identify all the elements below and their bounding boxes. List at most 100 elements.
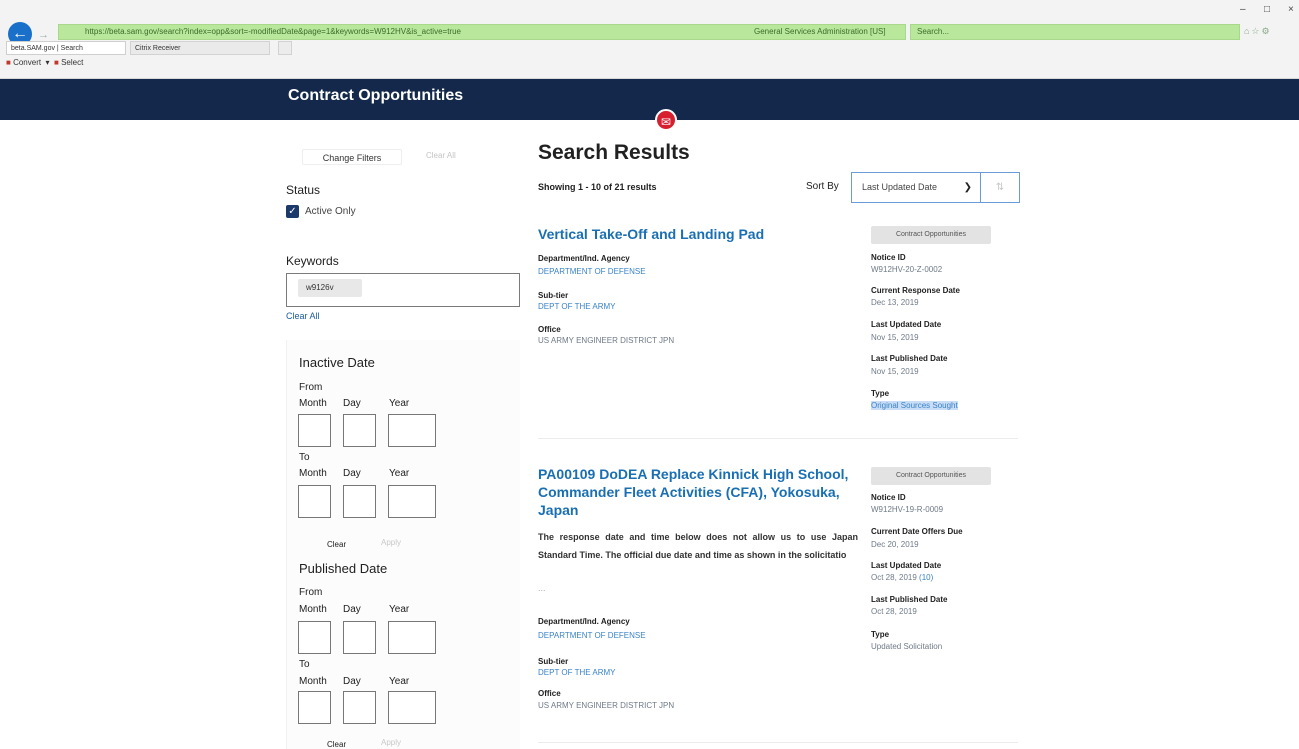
status-label: Status [286,183,321,197]
offers-due-value: Dec 20, 2019 [871,540,919,549]
tab-active-label: beta.SAM.gov | Search [11,45,83,52]
response-date-label: Current Response Date [871,286,960,295]
browser-chrome: ← → https://beta.sam.gov/search?index=op… [0,0,1299,79]
published-to-month-label: Month [299,676,327,687]
browser-search-input[interactable]: Search... [910,24,1240,40]
keywords-clear-link[interactable]: Clear All [286,311,320,321]
chevron-down-icon: ❯ [963,182,972,193]
address-bar[interactable]: https://beta.sam.gov/search?index=opp&so… [58,24,906,40]
home-star-gear-icons[interactable]: ⌂☆⚙ [1244,26,1272,37]
inactive-from-day-input[interactable] [343,414,376,447]
sort-direction-button[interactable]: ⇅ [980,172,1020,203]
published-from-year-label: Year [389,604,410,615]
inactive-to-day-input[interactable] [343,485,376,518]
subtier-link[interactable]: DEPT OF THE ARMY [538,668,616,677]
close-icon[interactable]: × [1288,4,1294,15]
inactive-date-title: Inactive Date [299,355,375,370]
dept-link[interactable]: DEPARTMENT OF DEFENSE [538,267,646,276]
tab-second[interactable]: Citrix Receiver [130,41,270,55]
favorites-bar: ■ Convert ▾ ■ Select [6,58,84,67]
type-label: Type [871,389,890,398]
type-label: Type [871,630,890,639]
inactive-from-label: From [299,382,323,393]
result-title[interactable]: PA00109 DoDEA Replace Kinnick High Schoo… [538,465,858,519]
minimize-icon[interactable]: – [1240,4,1246,15]
site-header [0,79,1299,120]
result-title[interactable]: Vertical Take-Off and Landing Pad [538,225,858,243]
inactive-to-year-label: Year [389,468,410,479]
browser-search-placeholder: Search... [917,27,950,36]
office-label: Office [538,689,561,698]
subtier-link[interactable]: DEPT OF THE ARMY [538,302,616,311]
inactive-from-month-label: Month [299,398,327,409]
inactive-from-year-label: Year [389,398,410,409]
updated-count-link[interactable]: (10) [919,573,933,582]
subtier-label: Sub-tier [538,657,569,666]
address-url: https://beta.sam.gov/search?index=opp&so… [85,27,461,36]
published-to-label: To [299,659,310,670]
results-count: Showing 1 - 10 of 21 results [538,182,657,192]
published-apply-button[interactable]: Apply [381,738,401,747]
forward-arrow-icon[interactable]: → [38,29,50,41]
clear-all-button[interactable]: Clear All [426,151,456,160]
site-identity: General Services Administration [US] [754,27,886,36]
inactive-apply-button[interactable]: Apply [381,538,401,547]
updated-date-label: Last Updated Date [871,320,942,329]
published-from-month-input[interactable] [298,621,331,654]
notice-id-value: W912HV-19-R-0009 [871,505,944,514]
inactive-to-month-input[interactable] [298,485,331,518]
published-to-year-input[interactable] [388,691,436,724]
result-divider [538,742,1018,743]
maximize-icon[interactable]: □ [1264,4,1270,15]
inactive-from-year-input[interactable] [388,414,436,447]
dept-label: Department/Ind. Agency [538,254,630,263]
sort-by-select[interactable]: Last Updated Date ❯ [851,172,981,203]
fav-select[interactable]: Select [61,58,83,67]
published-date-value: Oct 28, 2019 [871,607,917,616]
published-to-day-label: Day [343,676,361,687]
active-only-checkbox[interactable]: ✓ [286,205,299,218]
select-icon: ■ [54,58,59,67]
published-date-title: Published Date [299,561,388,576]
published-clear-button[interactable]: Clear [327,740,346,749]
dept-label: Department/Ind. Agency [538,617,630,626]
result-type-chip: Contract Opportunities [871,226,991,244]
published-from-day-input[interactable] [343,621,376,654]
dept-link[interactable]: DEPARTMENT OF DEFENSE [538,631,646,640]
tab-active[interactable]: beta.SAM.gov | Search [6,41,126,55]
inactive-clear-button[interactable]: Clear [327,540,346,549]
published-from-year-input[interactable] [388,621,436,654]
office-value: US ARMY ENGINEER DISTRICT JPN [538,336,675,345]
published-date-label: Last Published Date [871,354,948,363]
published-from-month-label: Month [299,604,327,615]
offers-due-label: Current Date Offers Due [871,527,963,536]
tab-second-label: Citrix Receiver [135,45,181,52]
published-from-label: From [299,587,323,598]
inactive-to-year-input[interactable] [388,485,436,518]
type-value: Updated Solicitation [871,642,943,651]
change-filters-button[interactable]: Change Filters [302,149,402,165]
published-to-month-input[interactable] [298,691,331,724]
updated-date-value: Nov 15, 2019 [871,333,919,342]
office-label: Office [538,325,561,334]
notice-id-label: Notice ID [871,493,906,502]
inactive-from-month-input[interactable] [298,414,331,447]
description-ellipsis: ... [538,583,546,593]
page-title: Contract Opportunities [288,87,464,104]
notice-id-label: Notice ID [871,253,906,262]
keyword-chip[interactable]: w9126v [298,279,362,297]
published-date-label: Last Published Date [871,595,948,604]
inactive-to-month-label: Month [299,468,327,479]
fav-convert[interactable]: Convert [13,58,41,67]
published-to-day-input[interactable] [343,691,376,724]
inactive-from-day-label: Day [343,398,361,409]
published-from-day-label: Day [343,604,361,615]
published-date-value: Nov 15, 2019 [871,367,919,376]
new-tab-button[interactable] [278,41,292,55]
sort-by-label: Sort By [806,181,839,192]
office-value: US ARMY ENGINEER DISTRICT JPN [538,701,675,710]
keywords-label: Keywords [286,254,339,268]
active-only-label: Active Only [305,206,356,217]
feedback-icon[interactable]: ✉ [655,109,677,131]
notice-id-value: W912HV-20-Z-0002 [871,265,943,274]
